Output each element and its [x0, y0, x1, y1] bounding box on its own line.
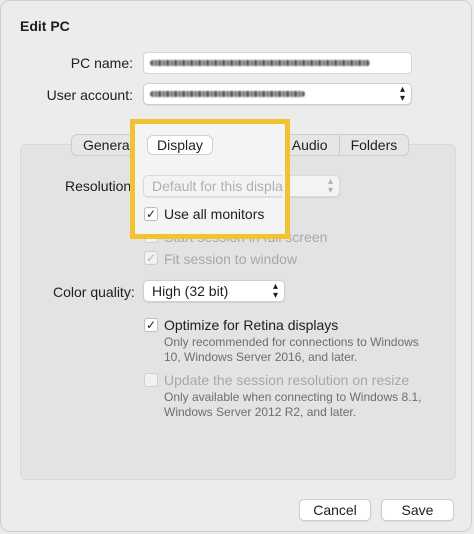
- retina-label: Optimize for Retina displays: [164, 317, 339, 333]
- user-account-value-redacted: [150, 91, 305, 97]
- pc-name-field[interactable]: [143, 52, 412, 74]
- dialog-title: Edit PC: [20, 18, 70, 34]
- user-account-select[interactable]: ▴ ▾: [143, 83, 412, 105]
- color-quality-value: High (32 bit): [152, 283, 229, 299]
- tab-folders[interactable]: Folders: [340, 135, 409, 155]
- retina-checkbox[interactable]: ✓: [144, 318, 158, 332]
- retina-note-line1: Only recommended for connections to Wind…: [164, 335, 419, 349]
- edit-pc-dialog: Edit PC PC name: User account: ▴ ▾ Genera…: [0, 0, 472, 532]
- color-quality-label: Color quality:: [53, 284, 135, 300]
- resolution-label: Resolution: [65, 178, 132, 194]
- pc-name-value-redacted: [150, 60, 370, 66]
- chevron-up-down-icon: ▴ ▾: [327, 176, 333, 196]
- user-account-label: User account:: [46, 87, 133, 103]
- highlight-box: [130, 119, 290, 239]
- update-resolution-label: Update the session resolution on resize: [164, 372, 410, 388]
- pc-name-label: PC name:: [70, 55, 133, 71]
- fit-session-checkbox[interactable]: ✓: [144, 251, 158, 265]
- chevron-up-down-icon: ▴ ▾: [399, 84, 405, 104]
- color-quality-select[interactable]: High (32 bit) ▴ ▾: [143, 280, 285, 302]
- fit-session-label: Fit session to window: [164, 251, 298, 267]
- retina-note-line2: 10, Windows Server 2016, and later.: [164, 350, 358, 364]
- update-resolution-checkbox[interactable]: [144, 373, 158, 387]
- save-button[interactable]: Save: [381, 499, 454, 521]
- cancel-button[interactable]: Cancel: [299, 499, 371, 521]
- chevron-up-down-icon: ▴ ▾: [272, 281, 278, 301]
- update-note-line1: Only available when connecting to Window…: [164, 390, 422, 404]
- update-note-line2: Windows Server 2012 R2, and later.: [164, 405, 357, 419]
